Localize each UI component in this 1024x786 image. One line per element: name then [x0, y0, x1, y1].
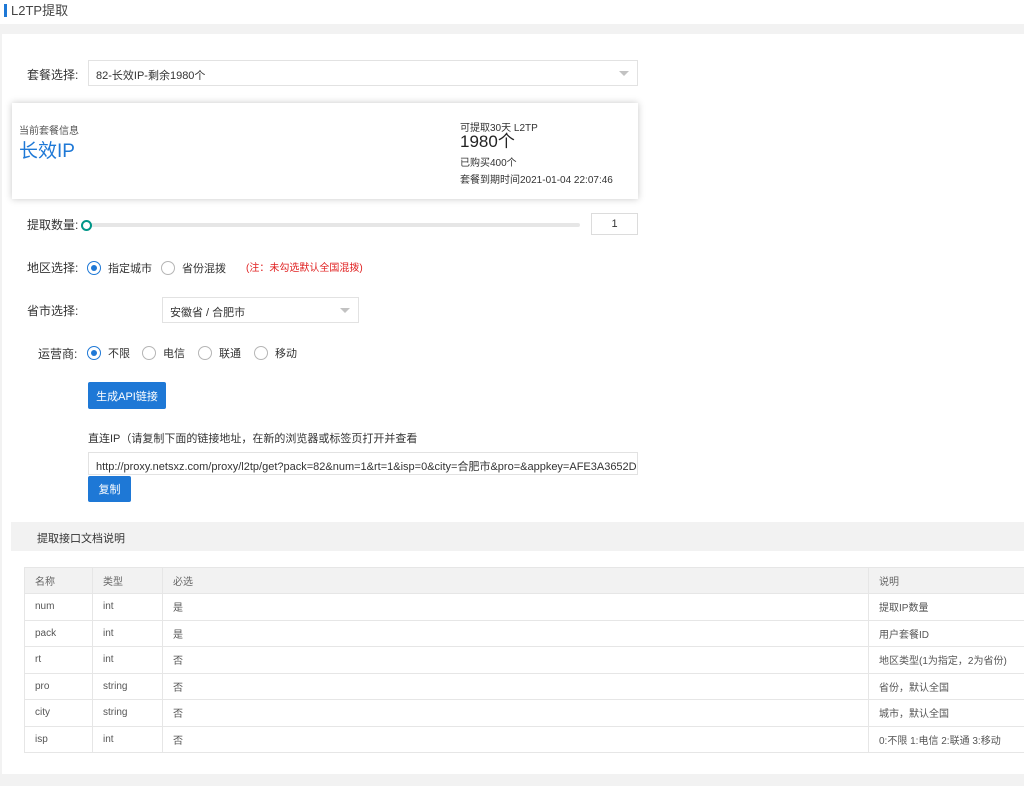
quantity-value: 1: [611, 218, 618, 230]
table-row: num int 是 提取IP数量: [24, 593, 1024, 621]
region-radio-city[interactable]: [87, 261, 101, 275]
quantity-label: 提取数量:: [27, 218, 79, 232]
cell-name: num: [24, 593, 93, 621]
province-select[interactable]: 安徽省 / 合肥市: [162, 297, 359, 323]
package-select[interactable]: 82-长效IP-剩余1980个: [88, 60, 638, 86]
quantity-slider-track[interactable]: [88, 223, 580, 227]
table-row: rt int 否 地区类型(1为指定，2为省份): [24, 646, 1024, 674]
isp-radio-unicom[interactable]: [198, 346, 212, 360]
column-header-type: 类型: [92, 567, 163, 594]
isp-radio-mobile[interactable]: [254, 346, 268, 360]
cell-required: 否: [162, 699, 869, 727]
package-select-value: 82-长效IP-剩余1980个: [96, 70, 206, 82]
cell-required: 否: [162, 646, 869, 674]
province-label: 省市选择:: [27, 304, 79, 318]
isp-option-mobile[interactable]: 移动: [275, 347, 297, 361]
province-select-value: 安徽省 / 合肥市: [170, 307, 246, 319]
table-row: pro string 否 省份，默认全国: [24, 672, 1024, 700]
isp-radio-telecom[interactable]: [142, 346, 156, 360]
docs-table: 名称 类型 必选 说明 num int 是 提取IP数量 pack int 是 …: [24, 567, 1024, 753]
cell-type: int: [92, 646, 163, 674]
cell-description: 0:不限 1:电信 2:联通 3:移动: [868, 725, 1024, 753]
chevron-down-icon: [619, 71, 629, 76]
chevron-down-icon: [340, 308, 350, 313]
cell-required: 是: [162, 619, 869, 647]
region-radio-province[interactable]: [161, 261, 175, 275]
region-label: 地区选择:: [27, 261, 79, 275]
cell-required: 否: [162, 672, 869, 700]
cell-description: 地区类型(1为指定，2为省份): [868, 646, 1024, 674]
cell-description: 提取IP数量: [868, 593, 1024, 621]
region-option-province[interactable]: 省份混拨: [182, 262, 226, 276]
cell-description: 城市，默认全国: [868, 699, 1024, 727]
region-note: (注：未勾选默认全国混拨): [246, 263, 363, 274]
table-row: isp int 否 0:不限 1:电信 2:联通 3:移动: [24, 725, 1024, 753]
isp-option-unicom[interactable]: 联通: [219, 347, 241, 361]
main-panel: 套餐选择: 82-长效IP-剩余1980个 当前套餐信息 长效IP 可提取30天…: [2, 34, 1024, 774]
cell-name: rt: [24, 646, 93, 674]
cell-description: 省份，默认全国: [868, 672, 1024, 700]
page-title: L2TP提取: [11, 3, 69, 18]
purchased-count: 已购买400个: [460, 158, 517, 169]
isp-option-telecom[interactable]: 电信: [163, 347, 185, 361]
isp-label: 运营商:: [38, 347, 78, 361]
cell-type: int: [92, 619, 163, 647]
remaining-count: 1980个: [460, 132, 515, 151]
table-header-row: 名称 类型 必选 说明: [24, 567, 1024, 594]
card-caption: 当前套餐信息: [19, 126, 79, 137]
cell-type: int: [92, 593, 163, 621]
copy-button[interactable]: 复制: [88, 476, 131, 502]
docs-section-title: 提取接口文档说明: [37, 533, 125, 545]
api-link-url: http://proxy.netsxz.com/proxy/l2tp/get?p…: [96, 461, 637, 473]
docs-section-header: 提取接口文档说明: [11, 522, 1024, 551]
cell-type: int: [92, 725, 163, 753]
cell-description: 用户套餐ID: [868, 619, 1024, 647]
region-option-city[interactable]: 指定城市: [108, 262, 152, 276]
quantity-slider-handle[interactable]: [81, 220, 92, 231]
api-link-field[interactable]: http://proxy.netsxz.com/proxy/l2tp/get?p…: [88, 452, 638, 475]
isp-radio-any[interactable]: [87, 346, 101, 360]
cell-name: city: [24, 699, 93, 727]
cell-required: 否: [162, 725, 869, 753]
cell-name: isp: [24, 725, 93, 753]
cell-type: string: [92, 672, 163, 700]
quantity-input[interactable]: 1: [591, 213, 638, 235]
page-header: L2TP提取: [0, 0, 1024, 24]
column-header-name: 名称: [24, 567, 93, 594]
plan-name: 长效IP: [19, 141, 75, 162]
package-label: 套餐选择:: [27, 68, 79, 82]
expiry-time: 套餐到期时间2021-01-04 22:07:46: [460, 175, 613, 186]
table-row: city string 否 城市，默认全国: [24, 699, 1024, 727]
isp-option-any[interactable]: 不限: [108, 347, 130, 361]
column-header-required: 必选: [162, 567, 869, 594]
link-caption: 直连IP（请复制下面的链接地址，在新的浏览器或标签页打开并查看: [88, 433, 418, 445]
generate-api-link-button[interactable]: 生成API链接: [88, 382, 166, 409]
header-accent-bar: [4, 4, 7, 17]
cell-name: pack: [24, 619, 93, 647]
cell-type: string: [92, 699, 163, 727]
table-row: pack int 是 用户套餐ID: [24, 619, 1024, 647]
package-info-card: 当前套餐信息 长效IP 可提取30天 L2TP 1980个 已购买400个 套餐…: [12, 103, 638, 199]
column-header-description: 说明: [868, 567, 1024, 594]
cell-name: pro: [24, 672, 93, 700]
cell-required: 是: [162, 593, 869, 621]
